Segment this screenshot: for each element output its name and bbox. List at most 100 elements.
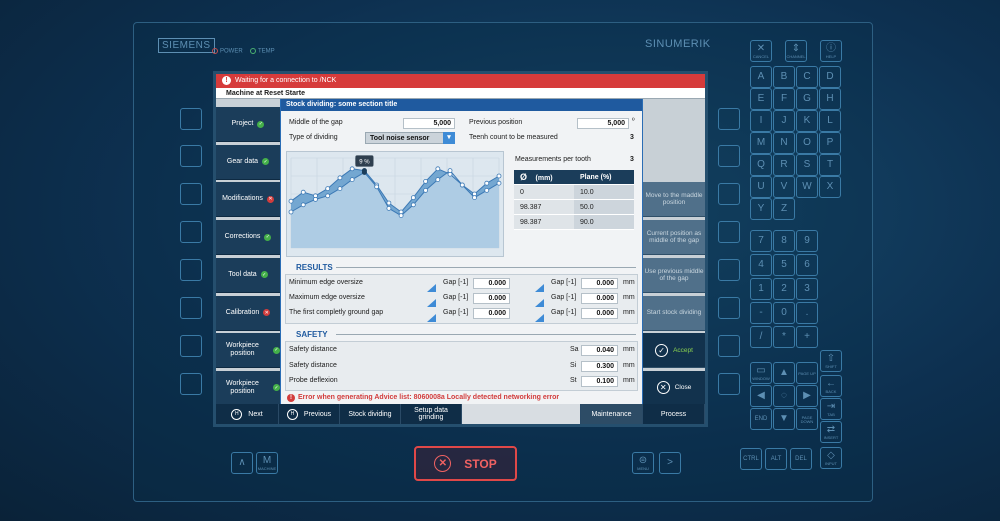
key-num-11[interactable]: .: [796, 302, 818, 324]
insert-key[interactable]: ⇄ INSERT: [820, 421, 842, 443]
arrow-down-key[interactable]: ▼: [773, 408, 795, 430]
softkey-right-4[interactable]: [718, 221, 740, 243]
softkey-left-6[interactable]: [180, 297, 202, 319]
key-h[interactable]: H: [819, 88, 841, 110]
page-up-key[interactable]: PAGE UP: [796, 362, 818, 384]
key-z[interactable]: Z: [773, 198, 795, 220]
key-u[interactable]: U: [750, 176, 772, 198]
back-key[interactable]: ← BACK: [820, 375, 842, 397]
key-num-7[interactable]: 2: [773, 278, 795, 300]
key-num-0[interactable]: 7: [750, 230, 772, 252]
setup-data-button[interactable]: Setup data grinding: [401, 404, 462, 424]
right-softkey-7[interactable]: ✕ Close: [643, 370, 705, 406]
alt-key[interactable]: ALT: [765, 448, 787, 470]
key-w[interactable]: W: [796, 176, 818, 198]
nav-item-1[interactable]: Gear data ✓: [216, 144, 280, 180]
softkey-right-8[interactable]: [718, 373, 740, 395]
machine-key[interactable]: M MACHINE: [256, 452, 278, 474]
softkey-left-7[interactable]: [180, 335, 202, 357]
tab-key[interactable]: ⇥ TAB: [820, 398, 842, 420]
nav-item-7[interactable]: Workpiece position ✓: [216, 370, 280, 406]
right-softkey-2[interactable]: Move to the maddle position: [643, 182, 705, 218]
key-i[interactable]: I: [750, 110, 772, 132]
input-key[interactable]: ◇ INPUT: [820, 447, 842, 469]
nav-item-3[interactable]: Corrections ✓: [216, 220, 280, 256]
stock-dividing-button[interactable]: Stock dividing: [340, 404, 401, 424]
previous-field[interactable]: 5,000: [577, 118, 629, 129]
safety-field[interactable]: 0.040: [581, 345, 618, 356]
safety-field[interactable]: 0.100: [581, 376, 618, 387]
key-c[interactable]: C: [796, 66, 818, 88]
arrow-right-key[interactable]: ▶: [796, 385, 818, 407]
key-q[interactable]: Q: [750, 154, 772, 176]
gap-field[interactable]: 0.000: [473, 293, 510, 304]
menu-forward-key[interactable]: >: [659, 452, 681, 474]
key-num-8[interactable]: 3: [796, 278, 818, 300]
key-m[interactable]: M: [750, 132, 772, 154]
key-num-2[interactable]: 9: [796, 230, 818, 252]
softkey-right-7[interactable]: [718, 335, 740, 357]
key-num-5[interactable]: 6: [796, 254, 818, 276]
softkey-right-1[interactable]: [718, 108, 740, 130]
ctrl-key[interactable]: CTRL: [740, 448, 762, 470]
nav-item-6[interactable]: Workpiece position ✓: [216, 333, 280, 369]
key-j[interactable]: J: [773, 110, 795, 132]
nav-item-2[interactable]: Modifications ✕: [216, 182, 280, 218]
key-v[interactable]: V: [773, 176, 795, 198]
softkey-left-2[interactable]: [180, 145, 202, 167]
key-d[interactable]: D: [819, 66, 841, 88]
key-g[interactable]: G: [796, 88, 818, 110]
del-key[interactable]: DEL: [790, 448, 812, 470]
next-button[interactable]: H Next: [216, 404, 279, 424]
key-y[interactable]: Y: [750, 198, 772, 220]
arrow-up-key[interactable]: ▲: [773, 362, 795, 384]
right-softkey-0[interactable]: [643, 107, 705, 142]
select-key[interactable]: ◌: [773, 385, 795, 407]
softkey-right-6[interactable]: [718, 297, 740, 319]
key-f[interactable]: F: [773, 88, 795, 110]
softkey-right-2[interactable]: [718, 145, 740, 167]
end-key[interactable]: END: [750, 408, 772, 430]
key-e[interactable]: E: [750, 88, 772, 110]
softkey-right-3[interactable]: [718, 183, 740, 205]
key-k[interactable]: K: [796, 110, 818, 132]
softkey-left-4[interactable]: [180, 221, 202, 243]
key-num-10[interactable]: 0: [773, 302, 795, 324]
key-a[interactable]: A: [750, 66, 772, 88]
menu-back-key[interactable]: ∧: [231, 452, 253, 474]
safety-field[interactable]: 0.300: [581, 360, 618, 372]
nav-item-5[interactable]: Calibration ✕: [216, 295, 280, 331]
key-o[interactable]: O: [796, 132, 818, 154]
softkey-right-5[interactable]: [718, 259, 740, 281]
nav-item-0[interactable]: Project ✓: [216, 107, 280, 142]
window-key[interactable]: ▭ WINDOW: [750, 362, 772, 384]
key-num-6[interactable]: 1: [750, 278, 772, 300]
key-x[interactable]: X: [819, 176, 841, 198]
softkey-left-5[interactable]: [180, 259, 202, 281]
softkey-left-3[interactable]: [180, 183, 202, 205]
key-t[interactable]: T: [819, 154, 841, 176]
softkey-left-1[interactable]: [180, 108, 202, 130]
cancel-key[interactable]: ✕ CANCEL: [750, 40, 772, 62]
maintenance-button[interactable]: Maintenance: [581, 404, 643, 424]
key-n[interactable]: N: [773, 132, 795, 154]
key-b[interactable]: B: [773, 66, 795, 88]
type-select[interactable]: Tool noise sensor ▾: [365, 132, 455, 144]
right-softkey-1[interactable]: [643, 144, 705, 180]
arrow-left-key[interactable]: ◀: [750, 385, 772, 407]
key-num-12[interactable]: /: [750, 326, 772, 348]
key-num-3[interactable]: 4: [750, 254, 772, 276]
softkey-left-8[interactable]: [180, 373, 202, 395]
gap-field[interactable]: 0.000: [581, 293, 618, 304]
right-softkey-4[interactable]: Use previous middle of the gap: [643, 257, 705, 293]
shift-key[interactable]: ⇧ SHIFT: [820, 350, 842, 372]
key-num-9[interactable]: -: [750, 302, 772, 324]
right-softkey-5[interactable]: Start stock dividing: [643, 295, 705, 331]
key-s[interactable]: S: [796, 154, 818, 176]
gap-field[interactable]: 0.000: [581, 308, 618, 319]
stop-button[interactable]: ✕ STOP: [414, 446, 517, 481]
key-r[interactable]: R: [773, 154, 795, 176]
key-num-1[interactable]: 8: [773, 230, 795, 252]
nav-item-4[interactable]: Tool data ✓: [216, 257, 280, 293]
process-button[interactable]: Process: [643, 404, 705, 424]
